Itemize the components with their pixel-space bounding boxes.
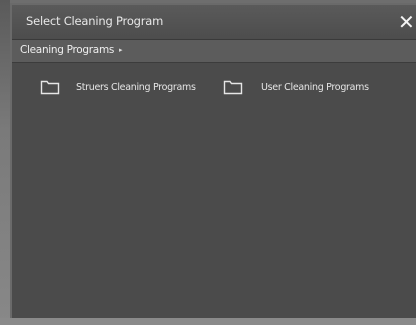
breadcrumb[interactable]: Cleaning Programs ▸ xyxy=(20,44,123,56)
folder-list: Struers Cleaning Programs User Cleaning … xyxy=(12,63,416,318)
folder-user-cleaning-programs[interactable]: User Cleaning Programs xyxy=(223,77,369,97)
dialog-title: Select Cleaning Program xyxy=(26,14,164,28)
folder-struers-cleaning-programs[interactable]: Struers Cleaning Programs xyxy=(40,77,196,97)
dialog-titlebar: Select Cleaning Program ✕ xyxy=(12,5,416,40)
background-bottom xyxy=(0,318,416,325)
folder-label: User Cleaning Programs xyxy=(261,81,369,93)
breadcrumb-item-cleaning-programs[interactable]: Cleaning Programs xyxy=(20,44,114,56)
breadcrumb-bar: Cleaning Programs ▸ xyxy=(12,40,416,63)
folder-icon xyxy=(223,80,243,95)
close-icon[interactable]: ✕ xyxy=(398,11,416,33)
folder-icon xyxy=(40,80,60,95)
breadcrumb-arrow-icon: ▸ xyxy=(119,46,123,54)
folder-label: Struers Cleaning Programs xyxy=(76,81,196,93)
background-edge xyxy=(0,0,10,325)
select-cleaning-program-dialog: Select Cleaning Program ✕ Cleaning Progr… xyxy=(10,3,416,318)
